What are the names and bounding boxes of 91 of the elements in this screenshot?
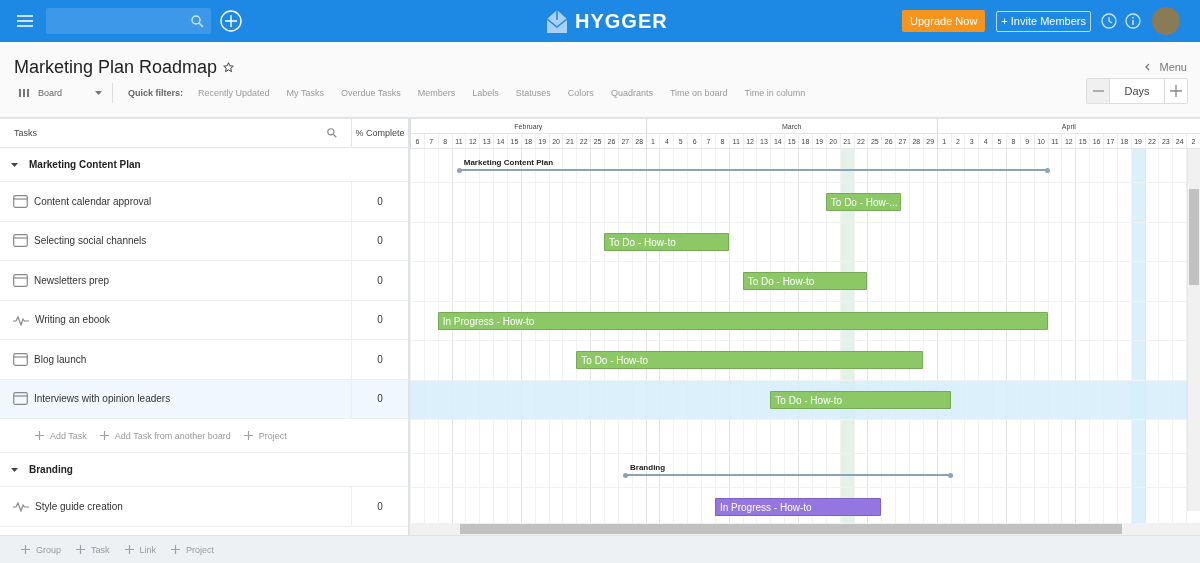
zoom-out-button[interactable]: [1087, 79, 1109, 103]
task-bar[interactable]: To Do - How-to: [770, 390, 951, 409]
upgrade-button[interactable]: Upgrade Now: [902, 10, 986, 32]
task-row[interactable]: Style guide creation 0: [0, 487, 408, 527]
summary-label: Branding: [630, 463, 666, 472]
percent-complete: 0: [377, 393, 383, 405]
chevron-left-icon: [1145, 63, 1151, 71]
quick-filter-link[interactable]: Members: [417, 88, 456, 98]
quick-filter-link[interactable]: Overdue Tasks: [340, 88, 401, 98]
summary-label: Marketing Content Plan: [463, 158, 554, 167]
task-bar[interactable]: To Do - How-to: [742, 272, 868, 290]
plus-icon: [35, 431, 44, 440]
card-icon: [13, 234, 28, 248]
horizontal-scrollbar[interactable]: [410, 523, 1200, 535]
menu-icon[interactable]: [17, 15, 33, 27]
search-icon[interactable]: [327, 128, 337, 138]
task-name: Writing an ebook: [35, 314, 110, 326]
search-field[interactable]: [46, 8, 211, 34]
group-name: Marketing Content Plan: [29, 159, 141, 170]
footer-add-link[interactable]: Group: [21, 544, 61, 555]
plus-icon: [171, 545, 181, 554]
card-icon: [13, 273, 28, 287]
card-icon: [13, 194, 28, 208]
task-row[interactable]: Selecting social channels 0: [0, 221, 408, 261]
quick-filter-link[interactable]: Time in column: [744, 88, 806, 98]
star-icon[interactable]: [223, 61, 235, 73]
clock-icon[interactable]: [1101, 13, 1117, 29]
quick-filter-link[interactable]: Recently Updated: [198, 88, 270, 98]
percent-complete: 0: [377, 235, 383, 247]
task-row[interactable]: Content calendar approval 0: [0, 182, 408, 222]
caret-icon[interactable]: [11, 161, 18, 168]
plus-icon: [124, 545, 134, 554]
task-name: Newsletters prep: [34, 274, 110, 286]
add-icon[interactable]: [220, 10, 242, 32]
info-icon[interactable]: [1125, 13, 1141, 29]
quick-filter-link[interactable]: Time on board: [669, 88, 728, 98]
logo-icon: [545, 8, 569, 34]
task-name: Content calendar approval: [34, 195, 152, 207]
add-link[interactable]: Add Task from another board: [99, 430, 231, 441]
menu-link[interactable]: Menu: [1145, 61, 1187, 73]
search-icon[interactable]: [191, 14, 204, 28]
card-icon: [13, 392, 28, 406]
quick-filter-link[interactable]: Labels: [472, 88, 499, 98]
percent-complete: 0: [377, 500, 383, 512]
task-bar[interactable]: In Progress - How-to: [714, 498, 882, 516]
plus-icon: [21, 545, 30, 554]
quick-filters-label: Quick filters:: [128, 88, 183, 98]
column-header: % Complete: [355, 128, 405, 138]
task-row[interactable]: Interviews with opinion leaders 0: [0, 379, 408, 419]
caret-icon[interactable]: [11, 466, 18, 473]
group-name: Branding: [29, 464, 73, 475]
card-icon: [13, 352, 28, 366]
view-dropdown[interactable]: Board: [14, 88, 102, 98]
quick-filter-link[interactable]: Quadrants: [610, 88, 653, 98]
task-name: Blog launch: [34, 353, 87, 365]
board-title: Marketing Plan Roadmap: [14, 56, 218, 78]
task-bar[interactable]: To Do - How-to: [604, 232, 729, 251]
minus-icon: [1092, 90, 1104, 92]
caret-icon: [95, 91, 102, 95]
pulse-icon: [13, 500, 29, 513]
task-name: Selecting social channels: [34, 235, 147, 247]
quick-filter-link[interactable]: Statuses: [515, 88, 551, 98]
pulse-icon: [13, 313, 29, 326]
plus-icon: [99, 431, 109, 440]
quick-filter-link[interactable]: My Tasks: [286, 88, 324, 98]
add-link[interactable]: Add Task: [35, 430, 87, 441]
task-bar[interactable]: To Do - How-...: [825, 193, 902, 211]
task-name: Interviews with opinion leaders: [34, 393, 171, 405]
percent-complete: 0: [377, 314, 383, 326]
footer-add-link[interactable]: Link: [124, 544, 157, 555]
percent-complete: 0: [377, 195, 383, 207]
footer-add-link[interactable]: Task: [76, 544, 110, 555]
column-header: Tasks: [14, 128, 37, 138]
plus-icon: [76, 545, 85, 554]
columns-icon: [19, 89, 29, 97]
task-row[interactable]: Writing an ebook 0: [0, 300, 408, 340]
task-row[interactable]: Newsletters prep 0: [0, 261, 408, 301]
task-bar[interactable]: To Do - How-to: [576, 351, 923, 369]
plus-icon: [1170, 85, 1182, 97]
vertical-scrollbar[interactable]: [1187, 149, 1200, 511]
percent-complete: 0: [377, 274, 383, 286]
task-row[interactable]: Blog launch 0: [0, 340, 408, 380]
logo-text: HYGGER: [575, 9, 668, 33]
percent-complete: 0: [377, 353, 383, 365]
quick-filter-link[interactable]: Colors: [567, 88, 594, 98]
task-name: Style guide creation: [35, 500, 123, 512]
task-bar[interactable]: In Progress - How-to: [437, 311, 1048, 330]
footer-add-link[interactable]: Project: [171, 544, 215, 555]
add-link[interactable]: Project: [243, 430, 287, 441]
plus-icon: [243, 431, 253, 440]
invite-members-button[interactable]: + Invite Members: [996, 10, 1091, 32]
